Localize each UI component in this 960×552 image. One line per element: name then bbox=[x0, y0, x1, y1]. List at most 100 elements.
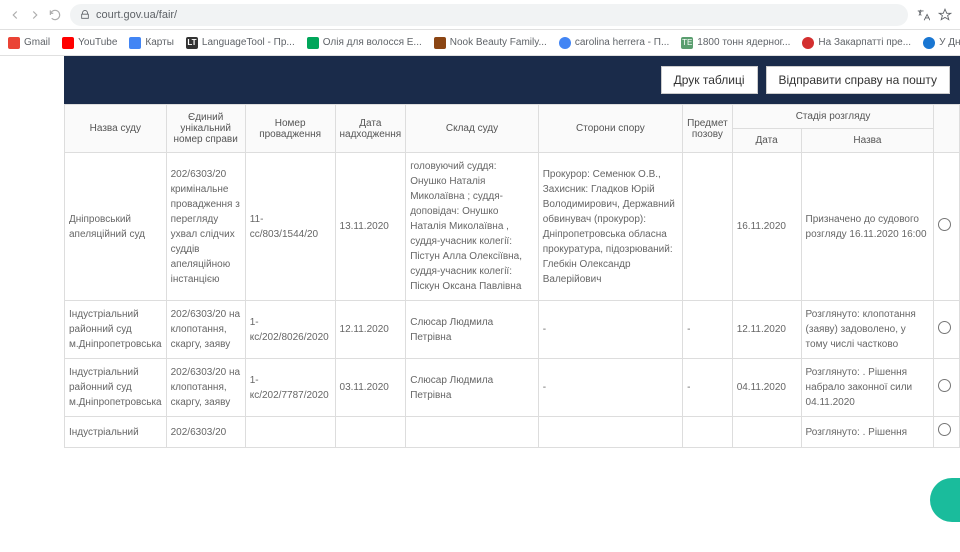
cell-stage-date: 16.11.2020 bbox=[732, 153, 801, 301]
cell-subject bbox=[683, 417, 733, 448]
cell-staff: Слюсар Людмила Петрівна bbox=[406, 301, 539, 359]
row-select-radio[interactable] bbox=[938, 379, 951, 392]
forward-icon[interactable] bbox=[28, 8, 42, 22]
cell-court: Дніпровський апеляційний суд bbox=[65, 153, 167, 301]
cell-date bbox=[335, 417, 406, 448]
bookmark-item[interactable]: YouTube bbox=[62, 37, 117, 49]
header-case-no: Номер провадження bbox=[245, 105, 335, 153]
bookmark-item[interactable]: У Дніпрі діти, позб... bbox=[923, 37, 960, 49]
bookmark-favicon: ТЕ bbox=[681, 37, 693, 49]
bookmark-label: Gmail bbox=[24, 37, 50, 48]
cell-parties: - bbox=[538, 359, 682, 417]
cell-staff bbox=[406, 417, 539, 448]
nav-arrows bbox=[8, 8, 62, 22]
row-select-radio[interactable] bbox=[938, 423, 951, 436]
bookmark-label: LanguageTool - Пр... bbox=[202, 37, 295, 48]
cell-subject: - bbox=[683, 301, 733, 359]
cell-stage-name: Розглянуто: . Рішення bbox=[801, 417, 934, 448]
cell-unique: 202/6303/20 на клопотання, скаргу, заяву bbox=[166, 359, 245, 417]
cell-parties bbox=[538, 417, 682, 448]
results-table: Назва суду Єдиний унікальний номер справ… bbox=[64, 104, 960, 448]
cell-stage-date: 04.11.2020 bbox=[732, 359, 801, 417]
bookmark-label: Nook Beauty Family... bbox=[450, 37, 547, 48]
cell-court: Індустріальний районний суд м.Дніпропетр… bbox=[65, 359, 167, 417]
url-text: court.gov.ua/fair/ bbox=[96, 9, 177, 21]
bookmark-favicon bbox=[559, 37, 571, 49]
print-table-button[interactable]: Друк таблиці bbox=[661, 66, 758, 94]
cell-subject: - bbox=[683, 359, 733, 417]
cell-parties: - bbox=[538, 301, 682, 359]
cell-stage-date: 12.11.2020 bbox=[732, 301, 801, 359]
cell-date: 12.11.2020 bbox=[335, 301, 406, 359]
table-row: Дніпровський апеляційний суд202/6303/20 … bbox=[65, 153, 960, 301]
bookmark-favicon bbox=[307, 37, 319, 49]
table-body: Дніпровський апеляційний суд202/6303/20 … bbox=[65, 153, 960, 448]
header-parties: Сторони спору bbox=[538, 105, 682, 153]
chat-fab[interactable] bbox=[930, 478, 960, 522]
bookmark-favicon bbox=[62, 37, 74, 49]
cell-subject bbox=[683, 153, 733, 301]
cell-staff: Слюсар Людмила Петрівна bbox=[406, 359, 539, 417]
action-bar: Друк таблиці Відправити справу на пошту bbox=[64, 56, 960, 104]
bookmark-label: У Дніпрі діти, позб... bbox=[939, 37, 960, 48]
bookmark-item[interactable]: Олія для волосся E... bbox=[307, 37, 422, 49]
header-stage-name: Назва bbox=[801, 129, 934, 153]
send-case-button[interactable]: Відправити справу на пошту bbox=[766, 66, 950, 94]
bookmark-item[interactable]: LTLanguageTool - Пр... bbox=[186, 37, 295, 49]
header-date: Дата надходження bbox=[335, 105, 406, 153]
bookmark-label: 1800 тонн ядерног... bbox=[697, 37, 790, 48]
star-icon[interactable] bbox=[938, 8, 952, 22]
cell-stage-name: Розглянуто: . Рішення набрало законної с… bbox=[801, 359, 934, 417]
lock-icon bbox=[80, 10, 90, 20]
cell-stage-name: Розглянуто: клопотання (заяву) задоволен… bbox=[801, 301, 934, 359]
results-table-wrap: Назва суду Єдиний унікальний номер справ… bbox=[64, 104, 960, 448]
bookmark-favicon bbox=[129, 37, 141, 49]
header-staff: Склад суду bbox=[406, 105, 539, 153]
extension-icons bbox=[916, 8, 952, 22]
reload-icon[interactable] bbox=[48, 8, 62, 22]
table-header: Назва суду Єдиний унікальний номер справ… bbox=[65, 105, 960, 153]
back-icon[interactable] bbox=[8, 8, 22, 22]
url-bar[interactable]: court.gov.ua/fair/ bbox=[70, 4, 908, 26]
bookmark-label: Карты bbox=[145, 37, 174, 48]
bookmark-label: YouTube bbox=[78, 37, 117, 48]
cell-unique: 202/6303/20 на клопотання, скаргу, заяву bbox=[166, 301, 245, 359]
bookmark-favicon bbox=[8, 37, 20, 49]
bookmark-label: На Закарпатті пре... bbox=[818, 37, 911, 48]
header-stage-date: Дата bbox=[732, 129, 801, 153]
bookmarks-bar: Gmail YouTube Карты LTLanguageTool - Пр... О… bbox=[0, 30, 960, 56]
header-stage: Стадія розгляду bbox=[732, 105, 934, 129]
header-subject: Предмет позову bbox=[683, 105, 733, 153]
cell-case-no: 1-кс/202/7787/2020 bbox=[245, 359, 335, 417]
cell-unique: 202/6303/20 bbox=[166, 417, 245, 448]
bookmark-favicon bbox=[923, 37, 935, 49]
row-select-radio[interactable] bbox=[938, 321, 951, 334]
bookmark-favicon bbox=[802, 37, 814, 49]
page-content: Друк таблиці Відправити справу на пошту … bbox=[0, 56, 960, 448]
cell-staff: головуючий суддя: Онушко Наталія Миколаї… bbox=[406, 153, 539, 301]
cell-case-no: 11-сс/803/1544/20 bbox=[245, 153, 335, 301]
bookmark-item[interactable]: На Закарпатті пре... bbox=[802, 37, 911, 49]
cell-stage-date bbox=[732, 417, 801, 448]
cell-parties: Прокурор: Семенюк О.В., Захисник: Гладко… bbox=[538, 153, 682, 301]
bookmark-item[interactable]: Nook Beauty Family... bbox=[434, 37, 547, 49]
cell-select bbox=[934, 359, 960, 417]
bookmark-item[interactable]: ТЕ 1800 тонн ядерног... bbox=[681, 37, 790, 49]
cell-court: Індустріальний районний суд м.Дніпропетр… bbox=[65, 301, 167, 359]
bookmark-label: carolina herrera - П... bbox=[575, 37, 669, 48]
cell-select bbox=[934, 153, 960, 301]
cell-stage-name: Призначено до судового розгляду 16.11.20… bbox=[801, 153, 934, 301]
cell-date: 13.11.2020 bbox=[335, 153, 406, 301]
bookmark-label: Олія для волосся E... bbox=[323, 37, 422, 48]
cell-case-no bbox=[245, 417, 335, 448]
cell-unique: 202/6303/20 кримінальне провадження з пе… bbox=[166, 153, 245, 301]
table-row: Індустріальний районний суд м.Дніпропетр… bbox=[65, 359, 960, 417]
cell-date: 03.11.2020 bbox=[335, 359, 406, 417]
browser-address-bar: court.gov.ua/fair/ bbox=[0, 0, 960, 30]
row-select-radio[interactable] bbox=[938, 218, 951, 231]
table-row: Індустріальний районний суд м.Дніпропетр… bbox=[65, 301, 960, 359]
bookmark-item[interactable]: Карты bbox=[129, 37, 174, 49]
translate-icon[interactable] bbox=[916, 8, 930, 22]
bookmark-item[interactable]: Gmail bbox=[8, 37, 50, 49]
bookmark-item[interactable]: carolina herrera - П... bbox=[559, 37, 669, 49]
